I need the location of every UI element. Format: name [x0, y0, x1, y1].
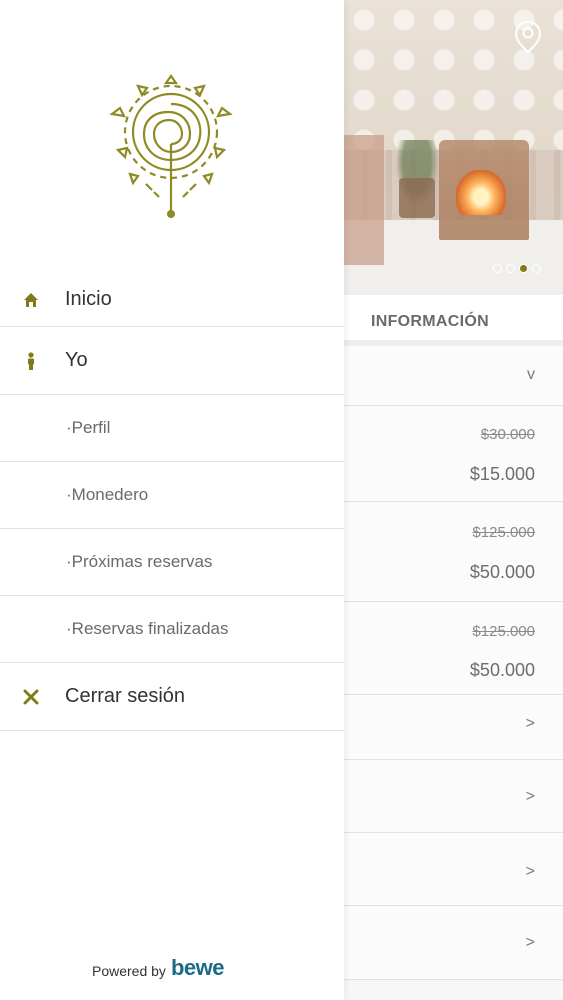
carousel-dot[interactable] — [506, 264, 515, 273]
list-item[interactable]: > — [344, 906, 563, 980]
old-price: $125.000 — [472, 524, 535, 541]
menu-item-reservas-finalizadas[interactable]: ·Reservas finalizadas — [0, 596, 344, 663]
person-icon — [22, 351, 40, 370]
powered-by-text: Powered by — [92, 963, 166, 979]
list-item[interactable]: > — [344, 833, 563, 906]
home-icon — [22, 291, 40, 309]
carousel-dot-active[interactable] — [519, 264, 528, 273]
carousel-indicators — [493, 264, 541, 273]
new-price: $15.000 — [469, 464, 535, 484]
submenu-label: ·Perfil — [66, 418, 111, 437]
info-header: INFORMACIÓN — [344, 295, 563, 340]
old-price: $125.000 — [472, 623, 535, 640]
menu-item-proximas-reservas[interactable]: ·Próximas reservas — [0, 529, 344, 596]
bewe-logo[interactable]: bewe — [171, 955, 225, 981]
close-icon — [22, 688, 40, 706]
carousel-dot[interactable] — [493, 264, 502, 273]
submenu-label: ·Monedero — [66, 485, 149, 504]
chevron-right-icon[interactable]: > — [526, 934, 535, 952]
list-item[interactable]: > — [344, 760, 563, 833]
new-price: $50.000 — [469, 660, 535, 680]
chevron-down-icon[interactable]: v — [527, 366, 535, 384]
hero-image-pot — [399, 178, 435, 218]
service-row[interactable]: $30.000 $15.000 — [344, 406, 563, 502]
service-row[interactable]: $125.000 $50.000 — [344, 502, 563, 602]
menu-item-yo[interactable]: Yo — [0, 327, 344, 395]
hero-image-panel — [344, 135, 384, 265]
menu-label: Cerrar sesión — [65, 685, 186, 707]
hero-image-fire — [456, 170, 506, 215]
navigation-drawer: Inicio Yo ·Perfil ·Monedero ·Próximas re… — [0, 0, 344, 1000]
chevron-right-icon[interactable]: > — [526, 788, 535, 806]
submenu-label: ·Próximas reservas — [66, 552, 213, 571]
location-pin-icon[interactable] — [514, 20, 542, 54]
menu-label: Inicio — [65, 288, 112, 310]
collapse-row[interactable]: v — [344, 346, 563, 406]
service-row[interactable]: $125.000 $50.000 — [344, 602, 563, 695]
menu-item-inicio[interactable]: Inicio — [0, 273, 344, 327]
chevron-right-icon[interactable]: > — [526, 863, 535, 881]
new-price: $50.000 — [469, 562, 535, 582]
chevron-right-icon[interactable]: > — [526, 715, 535, 733]
menu-item-monedero[interactable]: ·Monedero — [0, 462, 344, 529]
section-title: INFORMACIÓN — [371, 313, 489, 330]
list-item[interactable]: > — [344, 695, 563, 760]
brand-logo-tree — [109, 74, 233, 218]
powered-by-footer[interactable]: Powered by bewe — [92, 955, 224, 981]
carousel-dot[interactable] — [532, 264, 541, 273]
menu-item-cerrar-sesion[interactable]: Cerrar sesión — [0, 663, 344, 731]
old-price: $30.000 — [480, 426, 535, 443]
menu-label: Yo — [65, 349, 88, 371]
hero-carousel[interactable] — [344, 0, 563, 295]
menu-item-perfil[interactable]: ·Perfil — [0, 395, 344, 462]
submenu-label: ·Reservas finalizadas — [66, 619, 229, 638]
